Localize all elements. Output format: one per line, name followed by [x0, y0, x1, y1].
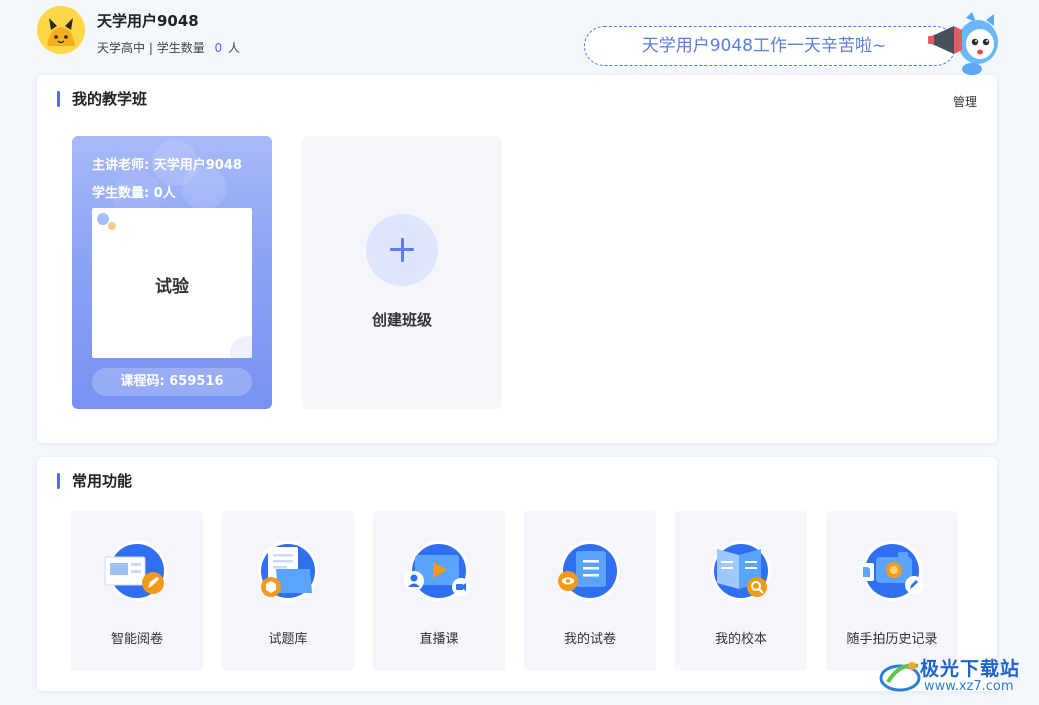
decoration-corner: [230, 336, 252, 358]
megaphone-mascot-icon: [928, 12, 998, 75]
smart-grading-icon: [104, 541, 167, 601]
photo-history-icon: [860, 541, 923, 601]
class-student-count: 学生数量: 0人: [92, 186, 176, 201]
classes-panel: 我的教学班 管理 主讲老师: 天学用户9048 学生数量: 0人 试验 课程码:…: [37, 75, 997, 443]
classes-panel-title: 我的教学班: [57, 90, 147, 108]
my-papers-icon: [558, 541, 620, 601]
watermark-title: 极光下载站: [920, 658, 1021, 680]
class-teacher: 主讲老师: 天学用户9048: [92, 158, 242, 173]
greeting-text: 天学用户9048工作一天辛苦啦~: [641, 36, 887, 56]
question-bank-icon: [258, 541, 318, 601]
class-name-box[interactable]: 试验: [92, 208, 252, 358]
class-name: 试验: [155, 277, 189, 297]
class-card[interactable]: 主讲老师: 天学用户9048 学生数量: 0人 试验 课程码: 659516: [72, 136, 272, 409]
function-label: 直播课: [419, 632, 459, 647]
function-photo-history[interactable]: 随手拍历史记录: [826, 511, 958, 671]
student-count-unit: 人: [228, 41, 241, 55]
avatar[interactable]: [37, 6, 85, 54]
course-code: 课程码: 659516: [92, 368, 252, 396]
student-count-value: 0: [214, 41, 223, 55]
function-smart-grading[interactable]: 智能阅卷: [71, 511, 203, 671]
create-class-button[interactable]: 创建班级: [302, 136, 502, 409]
function-school-book[interactable]: 我的校本: [675, 511, 807, 671]
functions-panel: 常用功能 智能阅卷 试题库 直播课 我的试卷 我的校本 随手拍历史记录: [37, 457, 997, 691]
student-count-label: | 学生数量: [148, 41, 205, 55]
header: 天学用户9048 天学高中 | 学生数量 0 人 天学用户9048工作一天辛苦啦…: [0, 0, 1039, 75]
function-label: 试题库: [268, 632, 308, 647]
watermark: 极光下载站 www.xz7.com: [878, 652, 1038, 700]
function-question-bank[interactable]: 试题库: [222, 511, 354, 671]
user-subinfo: 天学高中 | 学生数量 0 人: [97, 39, 240, 56]
live-class-icon: [404, 541, 470, 601]
username: 天学用户9048: [97, 12, 199, 30]
functions-panel-title: 常用功能: [57, 472, 132, 490]
create-class-label: 创建班级: [371, 311, 432, 329]
plus-icon: [366, 214, 438, 286]
function-label: 我的试卷: [563, 632, 616, 647]
watermark-logo-icon: [879, 662, 921, 692]
school-book-icon: [711, 541, 771, 601]
watermark-url: www.xz7.com: [924, 679, 1014, 694]
function-my-papers[interactable]: 我的试卷: [524, 511, 656, 671]
decoration-dot: [108, 222, 116, 230]
cat-avatar-icon: [37, 6, 85, 54]
function-label: 智能阅卷: [110, 632, 163, 647]
decoration-dot: [97, 213, 109, 225]
function-label: 随手拍历史记录: [846, 632, 938, 647]
school-name: 天学高中: [97, 41, 146, 55]
manage-link[interactable]: 管理: [953, 93, 977, 110]
greeting-bubble: 天学用户9048工作一天辛苦啦~: [584, 26, 956, 66]
function-live-class[interactable]: 直播课: [373, 511, 505, 671]
function-label: 我的校本: [714, 632, 767, 647]
